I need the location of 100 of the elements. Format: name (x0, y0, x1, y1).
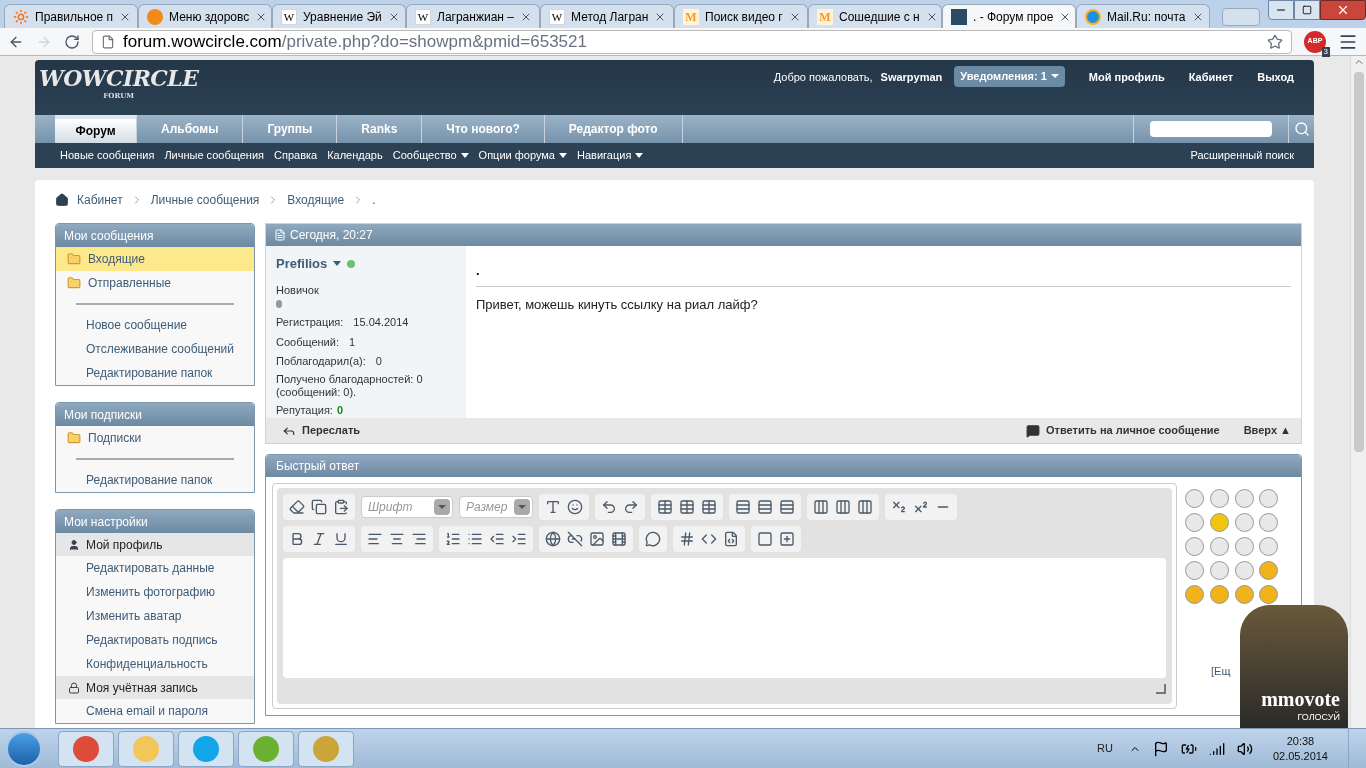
breadcrumb-link[interactable]: Входящие (287, 191, 345, 209)
maximize-button[interactable] (1294, 0, 1320, 20)
toolbar-icon[interactable] (589, 531, 605, 547)
subnav-link[interactable]: Навигация (577, 147, 644, 164)
toolbar-icon[interactable] (389, 531, 405, 547)
emoticon-icon[interactable] (1234, 585, 1254, 604)
toolbar-icon[interactable] (779, 531, 795, 547)
toolbar-icon[interactable] (545, 499, 561, 515)
vote-banner[interactable]: mmovote ГОЛОСУЙ (1240, 605, 1348, 728)
browser-tab[interactable]: M Поиск видео г (674, 4, 808, 28)
subnav-link[interactable]: Личные сообщения (164, 147, 264, 164)
clock[interactable]: 20:38 02.05.2014 (1272, 733, 1328, 764)
toolbar-icon[interactable] (333, 499, 349, 515)
speaker-icon[interactable] (1236, 740, 1253, 757)
emoticon-icon[interactable] (1185, 537, 1204, 556)
toolbar-icon[interactable] (735, 499, 751, 515)
toolbar-icon[interactable] (723, 531, 739, 547)
toolbar-icon[interactable] (567, 531, 583, 547)
browser-tab[interactable]: Правильное п (4, 4, 138, 28)
toolbar-icon[interactable] (445, 531, 461, 547)
sidebar-link[interactable]: Редактировать подпись (56, 628, 254, 652)
header-link[interactable]: Мой профиль (1088, 69, 1165, 86)
flag-icon[interactable] (1152, 740, 1169, 757)
folder-item[interactable]: Подписки (56, 426, 254, 450)
sidebar-link[interactable]: Смена email и пароля (56, 699, 254, 723)
browser-tab[interactable]: M Сошедшие с н (808, 4, 942, 28)
toolbar-icon[interactable] (779, 499, 795, 515)
toolbar-icon[interactable] (679, 531, 695, 547)
forward-link[interactable]: Переслать (282, 422, 361, 439)
author-name[interactable]: Prefilios (276, 254, 328, 274)
signal-icon[interactable] (1208, 740, 1225, 757)
subnav-link[interactable]: Новые сообщения (60, 147, 155, 164)
toolbar-icon[interactable] (757, 499, 773, 515)
toolbar-icon[interactable] (913, 499, 929, 515)
home-icon[interactable] (55, 193, 69, 207)
emoticon-icon[interactable] (1185, 489, 1204, 508)
toolbar-icon[interactable] (411, 531, 427, 547)
toolbar-icon[interactable] (567, 499, 583, 515)
advanced-search-link[interactable]: Расширенный поиск (1190, 147, 1294, 164)
header-link[interactable]: Выход (1257, 69, 1294, 86)
folder-item[interactable]: Входящие (56, 247, 254, 271)
browser-tab[interactable]: . - Форум прое (942, 4, 1076, 28)
sidebar-link[interactable]: Редактирование папок (56, 361, 254, 385)
breadcrumb-link[interactable]: . (372, 191, 376, 209)
sidebar-link[interactable]: Новое сообщение (56, 313, 254, 337)
subnav-link[interactable]: Справка (274, 147, 318, 164)
emoticon-icon[interactable] (1259, 561, 1279, 580)
toolbar-icon[interactable] (467, 531, 483, 547)
toolbar-icon[interactable] (489, 531, 505, 547)
taskbar-app[interactable] (58, 730, 114, 767)
reply-link[interactable]: Ответить на личное сообщение (1026, 422, 1220, 439)
subnav-link[interactable]: Сообщество (392, 147, 469, 164)
caret-icon[interactable] (333, 261, 342, 267)
emoticon-icon[interactable] (1209, 585, 1229, 604)
toolbar-icon[interactable] (891, 499, 907, 515)
toolbar-icon[interactable] (701, 531, 717, 547)
address-bar[interactable]: forum.wowcircle.com/private.php?do=showpm&pmid=653521 (92, 29, 1292, 54)
subnav-link[interactable]: Опции форума (478, 147, 567, 164)
toolbar-icon[interactable] (311, 531, 327, 547)
toolbar-icon[interactable] (289, 531, 305, 547)
search-field[interactable] (1150, 121, 1272, 137)
toolbar-icon[interactable] (701, 499, 717, 515)
resize-handle-icon[interactable] (1156, 684, 1166, 694)
toolbar-icon[interactable] (657, 499, 673, 515)
toolbar-icon[interactable] (757, 531, 773, 547)
subnav-link[interactable]: Календарь (327, 147, 383, 164)
scrollbar-thumb[interactable] (1353, 72, 1364, 452)
scrollbar[interactable] (1350, 56, 1366, 728)
emoticon-icon[interactable] (1185, 513, 1204, 532)
browser-tab[interactable]: W Уравнение Эй (272, 4, 406, 28)
browser-tab[interactable]: Mail.Ru: почта (1076, 4, 1210, 28)
sidebar-link[interactable]: Редактирование папок (56, 468, 254, 492)
sidebar-link[interactable]: Отслеживание сообщений (56, 337, 254, 361)
sidebar-link[interactable]: Изменить аватар (56, 604, 254, 628)
toolbar-icon[interactable] (289, 499, 305, 515)
toolbar-icon[interactable] (367, 531, 383, 547)
toolbar-icon[interactable] (545, 531, 561, 547)
more-emoticons-link[interactable]: [Ещ (1211, 662, 1231, 679)
nav-tab[interactable]: Форум (55, 115, 137, 143)
browser-tab[interactable]: W Метод Лагран (540, 4, 674, 28)
browser-tab[interactable]: W Лагранжиан – (406, 4, 540, 28)
toolbar-icon[interactable] (679, 499, 695, 515)
breadcrumb-link[interactable]: Кабинет (77, 191, 123, 209)
sidebar-link[interactable]: Изменить фотографию (56, 580, 254, 604)
sidebar-link[interactable]: Конфиденциальность (56, 652, 254, 676)
star-icon[interactable] (1267, 33, 1283, 50)
user-link[interactable]: Swarpyman (880, 69, 943, 86)
toolbar-icon[interactable] (333, 531, 349, 547)
language-indicator[interactable]: RU (1097, 740, 1113, 757)
header-link[interactable]: Кабинет (1188, 69, 1234, 86)
toolbar-icon[interactable] (857, 499, 873, 515)
toolbar-icon[interactable] (835, 499, 851, 515)
toolbar-icon[interactable] (813, 499, 829, 515)
toolbar-icon[interactable] (311, 499, 327, 515)
emoticon-icon[interactable] (1185, 585, 1204, 604)
top-link[interactable]: Вверх ▲ (1243, 422, 1291, 439)
folder-item[interactable]: Отправленные (56, 271, 254, 295)
toolbar-icon[interactable] (645, 531, 661, 547)
toolbar-icon[interactable] (511, 531, 527, 547)
reload-icon[interactable] (64, 33, 80, 50)
